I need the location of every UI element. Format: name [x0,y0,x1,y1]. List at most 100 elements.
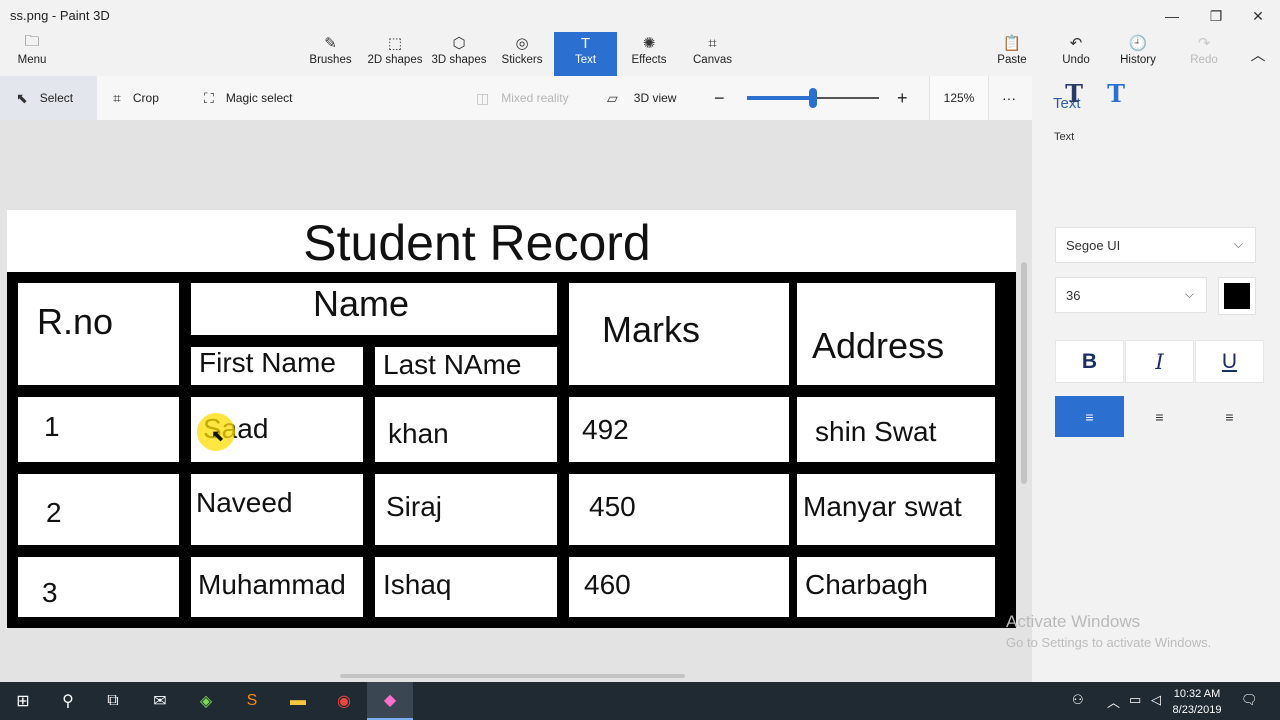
magic-select-tool[interactable]: ⛶ Magic select [204,76,293,120]
start-button[interactable]: ⊞ [0,682,46,720]
undo-label: Undo [1062,54,1090,66]
undo-button[interactable]: ↶ Undo [1052,32,1100,76]
align-left-icon: ≡ [1085,408,1094,425]
close-icon: ✕ [1252,7,1264,24]
task-view-button[interactable]: ⧉ [90,682,136,720]
ribbon-label: Brushes [309,54,352,66]
maximize-button[interactable]: ❐ [1194,0,1238,32]
2d-shapes-icon: ⬚ [387,35,403,52]
power-icon[interactable]: ▭ [1129,692,1141,708]
zoom-level[interactable]: 125% [929,76,989,120]
volume-icon[interactable]: ◁ [1151,692,1161,708]
cell-r1-address: shin Swat [797,397,995,462]
cell-r1-rno: 1 [18,397,179,462]
3d-text-icon: T [1107,78,1125,108]
mouse-pointer-icon: ⬉ [211,428,225,445]
2d-text-icon: T [1065,78,1083,108]
ribbon-canvas-button[interactable]: ⌗ Canvas [681,32,744,76]
android-studio-button[interactable]: ◈ [183,682,229,720]
align-center-icon: ≡ [1155,408,1164,425]
folder-icon: 🗀 [24,32,40,50]
cell-r3-rno: 3 [18,557,179,617]
mixed-reality-label: Mixed reality [501,91,569,105]
font-size-select[interactable]: 36 ⌵ [1055,277,1207,313]
align-right-icon: ≡ [1225,408,1234,425]
brush-icon: ✎ [324,35,337,52]
people-icon[interactable]: ⚇ [1072,692,1084,708]
file-explorer-button[interactable]: ▬ [275,682,321,720]
vertical-scrollbar[interactable] [1021,262,1027,484]
redo-button[interactable]: ↷ Redo [1180,32,1228,76]
3d-view-button[interactable]: ▱ 3D view [607,76,676,120]
zoom-in-button[interactable]: + [897,76,908,120]
align-left-button[interactable]: ≡ [1055,396,1124,437]
restore-icon: ❐ [1209,7,1223,24]
chevron-up-icon: ︿ [1250,46,1266,64]
minimize-button[interactable]: — [1150,0,1194,32]
cell-r3-marks: 460 [569,557,789,617]
tray-chevron-icon[interactable]: ︿ [1107,692,1120,711]
ribbon-stickers-button[interactable]: ◎ Stickers [491,32,553,76]
windows-logo-icon: ⊞ [16,693,30,710]
history-icon: 🕘 [1128,35,1148,52]
ribbon: 🗀 Menu ✎ Brushes ⬚ 2D shapes ⬡ 3D shapes ◎ Stic… [0,32,1280,76]
collapse-ribbon-button[interactable]: ︿ [1240,32,1276,76]
folder-icon: ▬ [290,692,306,709]
chrome-button[interactable]: ◉ [321,682,367,720]
text-color-button[interactable] [1218,277,1256,315]
image-canvas[interactable]: Student Record R.no Name First Name Last… [7,210,1016,628]
cell-r2-marks: 450 [569,474,789,545]
select-tool[interactable]: ⬉ Select [0,76,97,120]
clock-time: 10:32 AM [1173,688,1221,700]
more-options-button[interactable]: ··· [1002,76,1016,120]
bold-button[interactable]: B [1055,340,1124,383]
history-button[interactable]: 🕘 History [1114,32,1162,76]
paste-label: Paste [997,54,1027,66]
notifications-icon[interactable]: 🗨 [1241,692,1258,708]
zoom-out-button[interactable]: − [714,76,725,120]
history-label: History [1120,54,1156,66]
ribbon-3d-shapes-button[interactable]: ⬡ 3D shapes [427,32,491,76]
zoom-slider-fill [747,96,813,100]
horizontal-scrollbar[interactable] [340,674,685,678]
clock[interactable]: 10:32 AM 8/23/2019 [1168,686,1226,718]
ribbon-2d-shapes-button[interactable]: ⬚ 2D shapes [363,32,427,76]
underline-button[interactable]: U [1195,340,1264,383]
search-icon: ⚲ [62,693,74,710]
cell-r2-address: Manyar swat [797,474,995,545]
paint3d-taskbar-button[interactable]: ◆ [367,682,413,720]
mail-app-button[interactable]: ✉ [137,682,183,720]
header-last-name: Last NAme [375,347,557,385]
sublime-text-button[interactable]: S [229,682,275,720]
title-bar: ss.png - Paint 3D — ❐ ✕ [0,0,1280,32]
activation-watermark-text: Go to Settings to activate Windows. [1006,635,1212,650]
redo-icon: ↷ [1197,35,1211,52]
3d-text-button[interactable]: T [1101,78,1131,108]
color-swatch [1224,283,1250,309]
menu-button[interactable]: 🗀 Menu [6,32,58,76]
magic-select-icon: ⛶ [204,89,214,106]
align-center-button[interactable]: ≡ [1125,396,1194,437]
ribbon-text-button[interactable]: T Text [554,32,617,76]
ribbon-effects-button[interactable]: ✺ Effects [617,32,681,76]
ribbon-brush-button[interactable]: ✎ Brushes [304,32,357,76]
header-rno: R.no [18,283,179,385]
paste-button[interactable]: 📋 Paste [988,32,1036,76]
font-family-select[interactable]: Segoe UI ⌵ [1055,227,1256,263]
paste-icon: 📋 [1002,35,1022,52]
close-button[interactable]: ✕ [1236,0,1280,32]
student-table: R.no Name First Name Last NAme Marks Add… [7,272,1016,628]
italic-button[interactable]: I [1125,340,1194,383]
align-right-button[interactable]: ≡ [1195,396,1264,437]
zoom-slider-thumb[interactable] [809,88,817,108]
search-button[interactable]: ⚲ [45,682,91,720]
ribbon-label: Text [574,54,597,66]
mixed-reality-button[interactable]: ◫ Mixed reality [476,76,569,120]
mixed-reality-icon: ◫ [476,89,490,106]
2d-text-button[interactable]: T [1059,78,1089,108]
font-family-value: Segoe UI [1066,237,1121,253]
crop-tool[interactable]: ⌗ Crop [113,76,159,120]
plus-icon: + [897,87,908,108]
undo-icon: ↶ [1069,35,1083,52]
activation-watermark-title: Activate Windows [1006,612,1141,631]
